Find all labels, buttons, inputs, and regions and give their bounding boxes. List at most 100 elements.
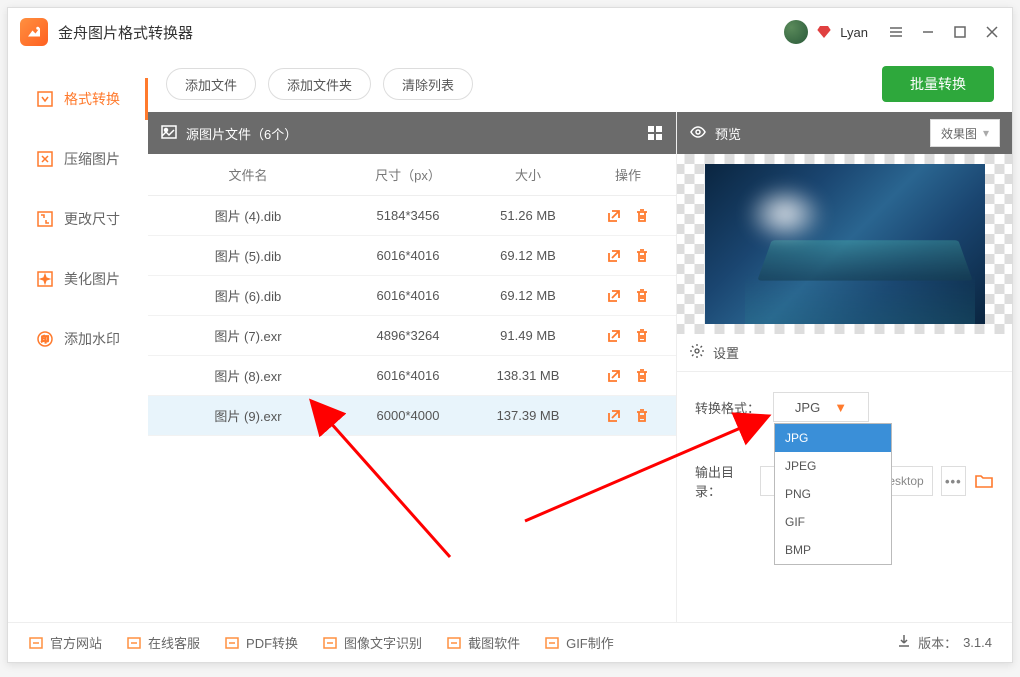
maximize-button[interactable] [952, 24, 968, 40]
batch-convert-button[interactable]: 批量转换 [882, 66, 994, 102]
row-size: 51.26 MB [468, 208, 588, 223]
screenshot-icon [446, 635, 462, 651]
sidebar: 格式转换 压缩图片 更改尺寸 美化图片 印 添加水印 [8, 56, 148, 622]
table-row[interactable]: 图片 (5).dib 6016*4016 69.12 MB [148, 236, 676, 276]
chevron-down-icon: ▼ [834, 400, 847, 415]
clear-list-button[interactable]: 清除列表 [383, 68, 473, 100]
add-file-button[interactable]: 添加文件 [166, 68, 256, 100]
compress-icon [36, 150, 54, 168]
user-area[interactable]: Lyan [784, 20, 868, 44]
gif-icon [544, 635, 560, 651]
sidebar-item-format-convert[interactable]: 格式转换 [8, 78, 148, 120]
open-icon[interactable] [605, 367, 623, 385]
preview-title: 预览 [715, 124, 741, 143]
toolbar: 添加文件 添加文件夹 清除列表 批量转换 [148, 56, 1012, 112]
more-button[interactable]: ••• [941, 466, 966, 496]
dropdown-option[interactable]: JPG [775, 424, 891, 452]
minimize-button[interactable] [920, 24, 936, 40]
delete-icon[interactable] [633, 207, 651, 225]
resize-icon [36, 210, 54, 228]
footer-link[interactable]: 官方网站 [28, 633, 102, 652]
website-icon [28, 635, 44, 651]
add-folder-button[interactable]: 添加文件夹 [268, 68, 371, 100]
delete-icon[interactable] [633, 327, 651, 345]
close-button[interactable] [984, 24, 1000, 40]
row-size: 91.49 MB [468, 328, 588, 343]
settings-title: 设置 [713, 343, 739, 362]
row-size: 69.12 MB [468, 248, 588, 263]
open-icon[interactable] [605, 247, 623, 265]
row-dim: 4896*3264 [348, 328, 468, 343]
open-icon[interactable] [605, 287, 623, 305]
footer-link[interactable]: PDF转换 [224, 633, 298, 652]
open-icon[interactable] [605, 327, 623, 345]
sidebar-item-label: 添加水印 [64, 329, 120, 349]
footer-link[interactable]: GIF制作 [544, 633, 614, 652]
row-size: 137.39 MB [468, 408, 588, 423]
vip-diamond-icon [816, 24, 832, 40]
table-title: 源图片文件（6个） [186, 124, 297, 143]
open-icon[interactable] [605, 207, 623, 225]
output-label: 输出目录： [695, 462, 752, 500]
row-dim: 6016*4016 [348, 288, 468, 303]
table-row[interactable]: 图片 (6).dib 6016*4016 69.12 MB [148, 276, 676, 316]
eye-icon [689, 123, 707, 144]
footer-link[interactable]: 截图软件 [446, 633, 520, 652]
row-name: 图片 (8).exr [148, 366, 348, 385]
username: Lyan [840, 25, 868, 40]
format-select[interactable]: JPG ▼ JPGJPEGPNGGIFBMP [773, 392, 869, 422]
row-dim: 6016*4016 [348, 248, 468, 263]
dropdown-option[interactable]: GIF [775, 508, 891, 536]
folder-icon[interactable] [974, 470, 994, 492]
gear-icon [689, 343, 705, 362]
table-row[interactable]: 图片 (9).exr 6000*4000 137.39 MB [148, 396, 676, 436]
sidebar-item-label: 格式转换 [64, 89, 120, 109]
settings-header: 设置 [677, 334, 1012, 372]
delete-icon[interactable] [633, 407, 651, 425]
watermark-icon: 印 [36, 330, 54, 348]
sidebar-item-beautify[interactable]: 美化图片 [8, 258, 148, 300]
sidebar-item-label: 更改尺寸 [64, 209, 120, 229]
delete-icon[interactable] [633, 367, 651, 385]
dropdown-option[interactable]: PNG [775, 480, 891, 508]
footer: 官方网站 在线客服 PDF转换 图像文字识别 截图软件 GIF制作 版本： 3.1.4 [8, 622, 1012, 662]
dropdown-option[interactable]: BMP [775, 536, 891, 564]
version-info: 版本： 3.1.4 [896, 633, 992, 652]
row-name: 图片 (7).exr [148, 326, 348, 345]
row-name: 图片 (6).dib [148, 286, 348, 305]
delete-icon[interactable] [633, 247, 651, 265]
grid-view-icon[interactable] [646, 124, 664, 142]
dropdown-option[interactable]: JPEG [775, 452, 891, 480]
col-dim-label: 尺寸（px） [348, 165, 468, 184]
row-dim: 6000*4000 [348, 408, 468, 423]
delete-icon[interactable] [633, 287, 651, 305]
format-label: 转换格式： [695, 398, 763, 417]
table-row[interactable]: 图片 (4).dib 5184*3456 51.26 MB [148, 196, 676, 236]
beautify-icon [36, 270, 54, 288]
row-size: 69.12 MB [468, 288, 588, 303]
ocr-icon [322, 635, 338, 651]
preview-mode-select[interactable]: 效果图 ▾ [930, 119, 1000, 147]
support-icon [126, 635, 142, 651]
sidebar-item-resize[interactable]: 更改尺寸 [8, 198, 148, 240]
sidebar-item-label: 压缩图片 [64, 149, 120, 169]
sidebar-item-watermark[interactable]: 印 添加水印 [8, 318, 148, 360]
open-icon[interactable] [605, 407, 623, 425]
table-row[interactable]: 图片 (8).exr 6016*4016 138.31 MB [148, 356, 676, 396]
format-dropdown: JPGJPEGPNGGIFBMP [774, 423, 892, 565]
titlebar: 金舟图片格式转换器 Lyan [8, 8, 1012, 56]
footer-link[interactable]: 在线客服 [126, 633, 200, 652]
table-row[interactable]: 图片 (7).exr 4896*3264 91.49 MB [148, 316, 676, 356]
footer-link[interactable]: 图像文字识别 [322, 633, 422, 652]
sidebar-item-compress[interactable]: 压缩图片 [8, 138, 148, 180]
menu-button[interactable] [888, 24, 904, 40]
avatar [784, 20, 808, 44]
col-name-label: 文件名 [148, 165, 348, 184]
col-act-label: 操作 [588, 165, 668, 184]
table-head: 文件名 尺寸（px） 大小 操作 [148, 154, 676, 196]
preview-header: 预览 效果图 ▾ [677, 112, 1012, 154]
table-title-bar: 源图片文件（6个） [148, 112, 676, 154]
app-logo-icon [20, 18, 48, 46]
image-icon [160, 123, 178, 144]
table-body: 图片 (4).dib 5184*3456 51.26 MB 图片 (5).dib… [148, 196, 676, 622]
